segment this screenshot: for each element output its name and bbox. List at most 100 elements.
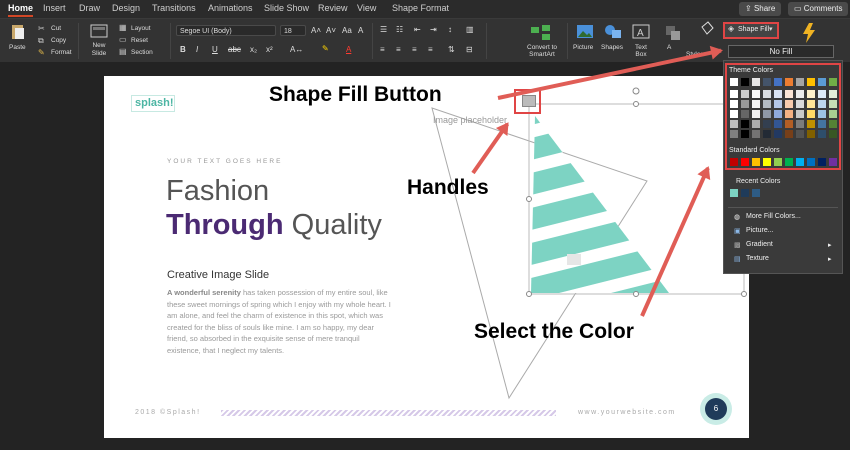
theme-color-swatch[interactable] — [730, 130, 738, 138]
theme-color-swatch[interactable] — [796, 110, 804, 118]
theme-color-swatch[interactable] — [741, 110, 749, 118]
theme-color-swatch[interactable] — [752, 78, 760, 86]
theme-color-swatch[interactable] — [818, 110, 826, 118]
theme-color-swatch[interactable] — [763, 110, 771, 118]
theme-color-swatch[interactable] — [741, 120, 749, 128]
theme-color-swatch[interactable] — [818, 130, 826, 138]
picture-fill-item[interactable]: ▣ Picture... — [728, 225, 840, 237]
theme-color-swatch[interactable] — [730, 90, 738, 98]
standard-color-swatch[interactable] — [774, 158, 782, 166]
theme-color-swatch[interactable] — [752, 100, 760, 108]
decrease-font-icon[interactable]: A˅ — [326, 26, 336, 35]
theme-color-swatch[interactable] — [752, 120, 760, 128]
theme-color-swatch[interactable] — [730, 78, 738, 86]
align-center-icon[interactable]: ≡ — [396, 45, 401, 54]
decrease-indent-icon[interactable]: ⇤ — [414, 25, 421, 34]
theme-color-swatch[interactable] — [730, 120, 738, 128]
theme-color-swatch[interactable] — [807, 120, 815, 128]
align-text-icon[interactable]: ⊟ — [466, 45, 473, 54]
theme-color-swatch[interactable] — [741, 78, 749, 86]
no-fill-option[interactable]: No Fill — [728, 45, 834, 58]
theme-color-swatch[interactable] — [763, 120, 771, 128]
tab-home[interactable]: Home — [8, 3, 34, 17]
copy-icon[interactable]: ⧉ — [38, 36, 44, 46]
theme-color-swatch[interactable] — [796, 78, 804, 86]
theme-color-swatch[interactable] — [818, 100, 826, 108]
theme-color-swatch[interactable] — [807, 100, 815, 108]
new-slide-icon[interactable] — [90, 24, 108, 38]
texture-fill-item[interactable]: ▤ Texture ▸ — [728, 253, 840, 265]
char-spacing-icon[interactable]: A↔ — [290, 45, 303, 54]
theme-color-swatch[interactable] — [796, 120, 804, 128]
standard-color-swatch[interactable] — [818, 158, 826, 166]
strikethrough-icon[interactable]: abc — [228, 45, 241, 54]
smartart-icon[interactable] — [530, 24, 552, 42]
theme-color-swatch[interactable] — [774, 78, 782, 86]
gradient-fill-item[interactable]: ▩ Gradient ▸ — [728, 239, 840, 251]
theme-color-swatch[interactable] — [774, 110, 782, 118]
theme-color-swatch[interactable] — [752, 110, 760, 118]
underline-icon[interactable]: U — [212, 45, 218, 54]
theme-color-swatch[interactable] — [763, 130, 771, 138]
theme-color-swatch[interactable] — [752, 90, 760, 98]
theme-color-swatch[interactable] — [807, 78, 815, 86]
theme-color-swatch[interactable] — [730, 100, 738, 108]
font-color-icon[interactable]: A — [346, 45, 351, 54]
reset-label[interactable]: Reset — [131, 37, 148, 44]
theme-color-swatch[interactable] — [763, 100, 771, 108]
tab-insert[interactable]: Insert — [43, 3, 66, 13]
theme-color-swatch[interactable] — [829, 120, 837, 128]
italic-icon[interactable]: I — [196, 45, 198, 54]
theme-color-swatch[interactable] — [774, 130, 782, 138]
tab-transitions[interactable]: Transitions — [152, 3, 196, 13]
reset-icon[interactable]: ▭ — [119, 35, 127, 44]
selection-handle[interactable] — [633, 101, 639, 107]
cut-label[interactable]: Cut — [51, 25, 61, 32]
standard-color-swatch[interactable] — [763, 158, 771, 166]
placeholder-image-icon[interactable] — [522, 95, 536, 107]
slide[interactable]: splash! YOUR TEXT GOES HERE Fashion Thro… — [104, 76, 749, 438]
theme-color-swatch[interactable] — [741, 100, 749, 108]
section-icon[interactable]: ▤ — [119, 47, 127, 56]
copy-label[interactable]: Copy — [51, 37, 66, 44]
theme-color-swatch[interactable] — [763, 78, 771, 86]
theme-color-swatch[interactable] — [752, 130, 760, 138]
columns-icon[interactable]: ▥ — [466, 25, 474, 34]
theme-color-swatch[interactable] — [829, 110, 837, 118]
superscript-icon[interactable]: x² — [266, 45, 273, 54]
tab-view[interactable]: View — [357, 3, 376, 13]
standard-color-swatch[interactable] — [730, 158, 738, 166]
align-right-icon[interactable]: ≡ — [412, 45, 417, 54]
theme-color-swatch[interactable] — [796, 90, 804, 98]
subscript-icon[interactable]: x₂ — [250, 45, 257, 54]
standard-color-swatch[interactable] — [796, 158, 804, 166]
font-size-select[interactable]: 18 — [280, 25, 306, 36]
highlight-icon[interactable]: ✎ — [322, 44, 329, 53]
theme-color-swatch[interactable] — [829, 78, 837, 86]
layout-icon[interactable]: ▦ — [119, 23, 127, 32]
cut-icon[interactable]: ✂ — [38, 24, 45, 33]
tab-review[interactable]: Review — [318, 3, 348, 13]
theme-color-swatch[interactable] — [796, 100, 804, 108]
text-direction-icon[interactable]: ⇅ — [448, 45, 455, 54]
theme-color-swatch[interactable] — [741, 90, 749, 98]
shape-fill-button[interactable]: ◈ Shape Fill ▾ — [723, 22, 779, 39]
theme-color-swatch[interactable] — [785, 100, 793, 108]
rotation-handle[interactable] — [632, 87, 640, 95]
comments-button[interactable]: ▭ Comments — [788, 2, 849, 16]
standard-color-swatch[interactable] — [829, 158, 837, 166]
theme-color-swatch[interactable] — [785, 78, 793, 86]
bold-icon[interactable]: B — [180, 45, 186, 54]
bullets-icon[interactable]: ☰ — [380, 25, 387, 34]
shapes-icon[interactable] — [604, 24, 622, 39]
theme-color-swatch[interactable] — [774, 120, 782, 128]
theme-color-swatch[interactable] — [763, 90, 771, 98]
picture-icon[interactable] — [576, 24, 594, 39]
numbering-icon[interactable]: ☷ — [396, 25, 403, 34]
theme-color-swatch[interactable] — [785, 120, 793, 128]
paint-bucket-icon[interactable] — [699, 21, 715, 37]
theme-color-swatch[interactable] — [807, 130, 815, 138]
theme-color-swatch[interactable] — [796, 130, 804, 138]
format-painter-icon[interactable]: ✎ — [38, 48, 45, 57]
standard-color-swatch[interactable] — [752, 158, 760, 166]
